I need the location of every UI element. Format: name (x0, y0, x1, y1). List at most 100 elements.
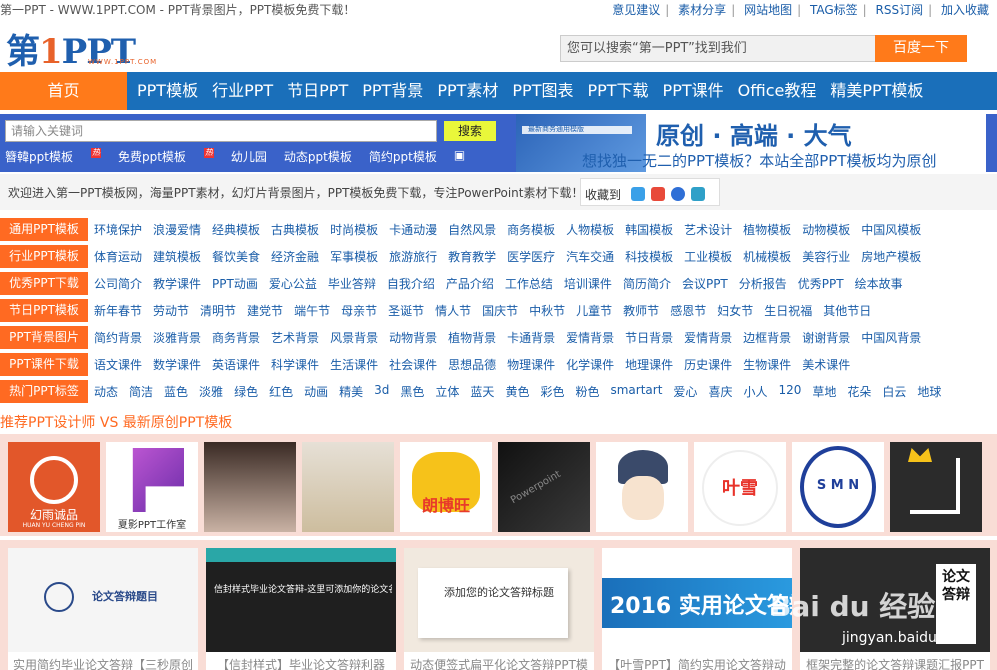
category-link[interactable]: 经济金融 (271, 248, 319, 265)
category-link[interactable]: 化学课件 (566, 356, 614, 373)
category-link[interactable]: 工作总结 (505, 275, 553, 292)
category-link[interactable]: 历史课件 (684, 356, 732, 373)
category-link[interactable]: 数学课件 (153, 356, 201, 373)
category-link[interactable]: 韩国模板 (625, 221, 673, 238)
category-link[interactable]: 艺术设计 (684, 221, 732, 238)
designer-card[interactable]: 朗博旺 (400, 442, 492, 532)
nav-item-premium[interactable]: 精美PPT模板 (823, 72, 930, 110)
category-link[interactable]: 动态 (94, 383, 118, 400)
hot-tag[interactable]: 幼儿园 (231, 148, 267, 165)
designer-card[interactable]: 幻雨诚品 HUAN YU CHENG PIN (8, 442, 100, 532)
nav-item-download[interactable]: PPT下载 (580, 72, 655, 110)
category-link[interactable]: 房地产模板 (861, 248, 921, 265)
link-sitemap[interactable]: 网站地图 (744, 3, 792, 17)
category-link[interactable]: 社会课件 (389, 356, 437, 373)
baidu-search-button[interactable]: 百度一下 (875, 35, 967, 62)
category-link[interactable]: 经典模板 (212, 221, 260, 238)
promo-banner[interactable]: 最新商务通用模版 原创 · 高端 · 大气 想找独一无二的PPT模板？本站全部P… (516, 114, 986, 172)
template-card[interactable]: 论文答辩题目 实用简约毕业论文答辩【三秒原创 (8, 548, 198, 670)
designer-card[interactable] (890, 442, 982, 532)
category-link[interactable]: 中国风模板 (861, 221, 921, 238)
category-label[interactable]: 通用PPT模板 (0, 218, 88, 241)
category-link[interactable]: 人物模板 (566, 221, 614, 238)
category-link[interactable]: 120 (778, 383, 801, 400)
hot-tag[interactable]: 免费ppt模板热 (118, 148, 214, 165)
link-tags[interactable]: TAG标签 (810, 3, 858, 17)
category-link[interactable]: 艺术背景 (271, 329, 319, 346)
category-link[interactable]: 时尚模板 (330, 221, 378, 238)
link-rss[interactable]: RSS订阅 (876, 3, 924, 17)
weibo-icon[interactable] (651, 187, 665, 201)
category-link[interactable]: 红色 (269, 383, 293, 400)
category-link[interactable]: 教学课件 (153, 275, 201, 292)
category-link[interactable]: 小人 (743, 383, 767, 400)
template-caption[interactable]: 【叶雪PPT】简约实用论文答辩动 (602, 656, 792, 670)
baidu-search-input[interactable]: 您可以搜索“第一PPT”找到我们 (560, 35, 880, 62)
category-link[interactable]: 中秋节 (529, 302, 565, 319)
category-link[interactable]: 建党节 (247, 302, 283, 319)
category-link[interactable]: 科学课件 (271, 356, 319, 373)
category-link[interactable]: 地理课件 (625, 356, 673, 373)
nav-item-background[interactable]: PPT背景 (355, 72, 430, 110)
category-label[interactable]: 节日PPT模板 (0, 299, 88, 322)
category-link[interactable]: 优秀PPT (798, 275, 844, 292)
category-link[interactable]: 旅游旅行 (389, 248, 437, 265)
category-link[interactable]: 美容行业 (802, 248, 850, 265)
category-link[interactable]: 军事模板 (330, 248, 378, 265)
category-link[interactable]: 蓝色 (164, 383, 188, 400)
category-link[interactable]: 简历简介 (623, 275, 671, 292)
category-link[interactable]: 建筑模板 (153, 248, 201, 265)
category-link[interactable]: 体育运动 (94, 248, 142, 265)
category-link[interactable]: 爱心公益 (269, 275, 317, 292)
category-link[interactable]: 思想品德 (448, 356, 496, 373)
category-link[interactable]: 医学医疗 (507, 248, 555, 265)
category-link[interactable]: 绿色 (234, 383, 258, 400)
category-link[interactable]: 妇女节 (717, 302, 753, 319)
category-link[interactable]: 黑色 (400, 383, 424, 400)
category-link[interactable]: 物理课件 (507, 356, 555, 373)
category-link[interactable]: 动物背景 (389, 329, 437, 346)
category-link[interactable]: 卡通背景 (507, 329, 555, 346)
nav-item-office[interactable]: Office教程 (731, 72, 824, 110)
hot-tag[interactable]: 动态ppt模板 (284, 148, 352, 165)
nav-item-ppt-template[interactable]: PPT模板 (130, 72, 205, 110)
link-favorite[interactable]: 加入收藏 (941, 3, 989, 17)
category-link[interactable]: 彩色 (540, 383, 564, 400)
template-caption[interactable]: 动态便签式扁平化论文答辩PPT模 (404, 656, 594, 670)
category-link[interactable]: 精美 (339, 383, 363, 400)
designer-card[interactable]: 夏影PPT工作室 (106, 442, 198, 532)
template-caption[interactable]: 【信封样式】毕业论文答辩利器 (206, 656, 396, 670)
category-link[interactable]: 爱情背景 (566, 329, 614, 346)
category-link[interactable]: 机械模板 (743, 248, 791, 265)
template-caption[interactable]: 实用简约毕业论文答辩【三秒原创 (8, 656, 198, 670)
category-label[interactable]: PPT课件下载 (0, 353, 88, 376)
category-link[interactable]: 动画 (304, 383, 328, 400)
category-link[interactable]: 科技模板 (625, 248, 673, 265)
category-link[interactable]: 简洁 (129, 383, 153, 400)
category-link[interactable]: 白云 (882, 383, 906, 400)
category-link[interactable]: 端午节 (294, 302, 330, 319)
category-link[interactable]: 爱心 (673, 383, 697, 400)
template-card[interactable]: 信封样式毕业论文答辩-这里可添加你的论文名称 【信封样式】毕业论文答辩利器 (206, 548, 396, 670)
nav-item-material[interactable]: PPT素材 (430, 72, 505, 110)
keyword-input[interactable]: 请输入关键词 (5, 120, 437, 142)
category-link[interactable]: 黄色 (505, 383, 529, 400)
category-label[interactable]: 热门PPT标签 (0, 380, 88, 403)
nav-item-courseware[interactable]: PPT课件 (656, 72, 731, 110)
category-link[interactable]: 植物模板 (743, 221, 791, 238)
category-link[interactable]: 3d (374, 383, 389, 400)
category-link[interactable]: 自我介绍 (387, 275, 435, 292)
category-link[interactable]: 环境保护 (94, 221, 142, 238)
category-link[interactable]: 餐饮美食 (212, 248, 260, 265)
designer-card[interactable] (204, 442, 296, 532)
category-link[interactable]: 蓝天 (470, 383, 494, 400)
nav-item-industry[interactable]: 行业PPT (205, 72, 280, 110)
category-link[interactable]: 语文课件 (94, 356, 142, 373)
category-link[interactable]: 国庆节 (482, 302, 518, 319)
category-link[interactable]: 动物模板 (802, 221, 850, 238)
category-link[interactable]: 其他节日 (823, 302, 871, 319)
hot-tag[interactable]: 簪韓ppt模板热 (5, 148, 101, 165)
category-link[interactable]: 培训课件 (564, 275, 612, 292)
hot-tag[interactable]: 简约ppt模板 (369, 148, 437, 165)
category-link[interactable]: 浪漫爱情 (153, 221, 201, 238)
